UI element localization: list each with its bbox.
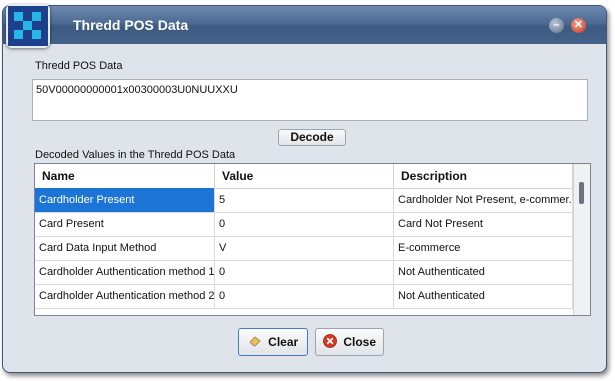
- cell-description: Not Authenticated: [394, 284, 573, 308]
- scrollbar-thumb[interactable]: [579, 182, 584, 204]
- title-bar: Thredd POS Data – ✕: [3, 6, 606, 44]
- column-header-name[interactable]: Name: [35, 164, 215, 188]
- cell-name: Card Present: [35, 212, 215, 236]
- cell-value: 5: [215, 188, 394, 212]
- grid-header: Name Value Description: [35, 164, 573, 189]
- table-row[interactable]: Cardholder Present 5 Cardholder Not Pres…: [35, 188, 573, 213]
- cell-name: Card Data Input Method: [35, 236, 215, 260]
- cell-description: Not Authenticated: [394, 260, 573, 284]
- pos-data-label: Thredd POS Data: [35, 60, 123, 72]
- table-row[interactable]: Cardholder Authentication method 2 0 Not…: [35, 284, 573, 309]
- eraser-icon: [248, 335, 268, 349]
- cell-name: Cardholder Present: [35, 188, 215, 212]
- cell-description: E-commerce: [394, 236, 573, 260]
- close-window-button[interactable]: ✕: [571, 18, 586, 33]
- thredd-pos-data-window: Thredd POS Data – ✕ Thredd POS Data 50V0…: [2, 5, 607, 373]
- column-header-value[interactable]: Value: [215, 164, 394, 188]
- clear-label: Clear: [268, 335, 299, 349]
- decoded-values-grid: Name Value Description Cardholder Presen…: [34, 163, 591, 316]
- cell-value: 0: [215, 260, 394, 284]
- table-row[interactable]: Card Present 0 Card Not Present: [35, 212, 573, 237]
- decode-button[interactable]: Decode: [278, 129, 346, 146]
- close-label: Close: [343, 335, 377, 349]
- app-logo-icon: [6, 4, 50, 48]
- table-row[interactable]: Card Data Input Method V E-commerce: [35, 236, 573, 261]
- cell-description: Cardholder Not Present, e-commer...: [394, 188, 573, 212]
- cell-value: V: [215, 236, 394, 260]
- cell-value: 0: [215, 284, 394, 308]
- cell-name: Cardholder Authentication method 2: [35, 284, 215, 308]
- pos-data-field[interactable]: 50V00000000001x00300003U0NUUXXU: [32, 79, 588, 121]
- window-title: Thredd POS Data: [73, 17, 189, 33]
- cell-name: Cardholder Authentication method 1: [35, 260, 215, 284]
- minimize-button[interactable]: –: [549, 18, 564, 33]
- cell-description: Card Not Present: [394, 212, 573, 236]
- column-header-description[interactable]: Description: [394, 164, 573, 188]
- clear-button[interactable]: Clear: [238, 328, 308, 356]
- close-icon: [323, 334, 343, 349]
- close-button[interactable]: Close: [315, 328, 384, 356]
- decoded-values-label: Decoded Values in the Thredd POS Data: [35, 149, 236, 161]
- cell-value: 0: [215, 212, 394, 236]
- vertical-scrollbar[interactable]: [573, 164, 590, 315]
- table-row[interactable]: Cardholder Authentication method 1 0 Not…: [35, 260, 573, 285]
